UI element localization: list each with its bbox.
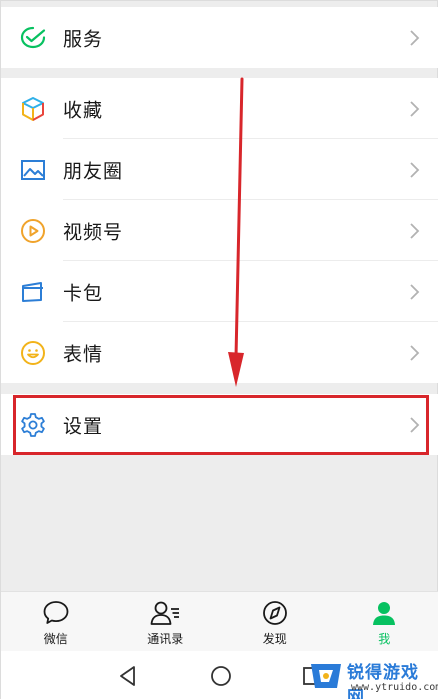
chevron-right-icon [410,222,420,239]
bottom-tab-bar: 微信 通讯录 发现 我 [1,591,438,651]
menu-item-service[interactable]: 服务 [1,7,438,68]
chevron-right-icon [410,344,420,361]
chat-bubble-icon [43,601,69,624]
features-group: 收藏 朋友圈 视频号 卡包 表情 [1,78,438,383]
system-nav-bar: 锐得游戏网 www.ytruido.com [1,651,438,699]
menu-item-favorites[interactable]: 收藏 [1,78,438,139]
watermark-url: www.ytruido.com [351,682,438,693]
image-icon [20,157,46,183]
menu-item-stickers-label: 表情 [63,343,104,365]
menu-item-moments[interactable]: 朋友圈 [1,139,438,200]
chevron-right-icon [410,29,420,46]
menu-item-moments-label: 朋友圈 [63,160,124,182]
tab-contacts-label: 通讯录 [147,632,184,646]
smile-icon [20,340,46,366]
watermark: 锐得游戏网 www.ytruido.com [307,652,438,699]
compass-icon [262,601,287,625]
annotation-arrow [228,77,244,387]
watermark-logo [311,664,341,688]
tab-chats-label: 微信 [43,632,68,646]
tab-me[interactable]: 我 [330,592,438,651]
person-icon [373,602,396,625]
menu-item-stickers[interactable]: 表情 [1,322,438,383]
tab-chats[interactable]: 微信 [1,592,111,651]
chevron-right-icon [410,283,420,300]
play-icon [20,218,46,244]
home-icon[interactable] [208,663,234,689]
menu-item-settings-label: 设置 [63,415,104,437]
tab-discover-label: 发现 [262,632,287,646]
cube-icon [20,96,46,122]
chevron-right-icon [410,100,420,117]
service-group: 服务 [1,7,438,68]
chevron-right-icon [410,161,420,178]
menu-item-favorites-label: 收藏 [63,99,104,121]
tab-contacts[interactable]: 通讯录 [111,592,221,651]
menu-item-settings[interactable]: 设置 [1,394,438,455]
menu-item-channels-label: 视频号 [63,221,124,243]
menu-item-cards-label: 卡包 [63,282,104,304]
menu-item-cards[interactable]: 卡包 [1,261,438,322]
wechat-me-screen: 服务 收藏 朋友圈 视频号 卡包 表情 设置 微信 通讯录 发现 我 锐得游戏网… [0,0,438,699]
gear-icon [20,412,46,438]
back-icon[interactable] [115,663,141,689]
contacts-icon [150,601,180,625]
settings-group: 设置 [1,394,438,455]
tab-discover[interactable]: 发现 [220,592,330,651]
wechat-pay-icon [20,25,46,51]
tab-me-label: 我 [378,632,391,646]
card-icon [20,279,46,305]
chevron-right-icon [410,416,420,433]
menu-item-channels[interactable]: 视频号 [1,200,438,261]
menu-item-service-label: 服务 [63,28,104,50]
